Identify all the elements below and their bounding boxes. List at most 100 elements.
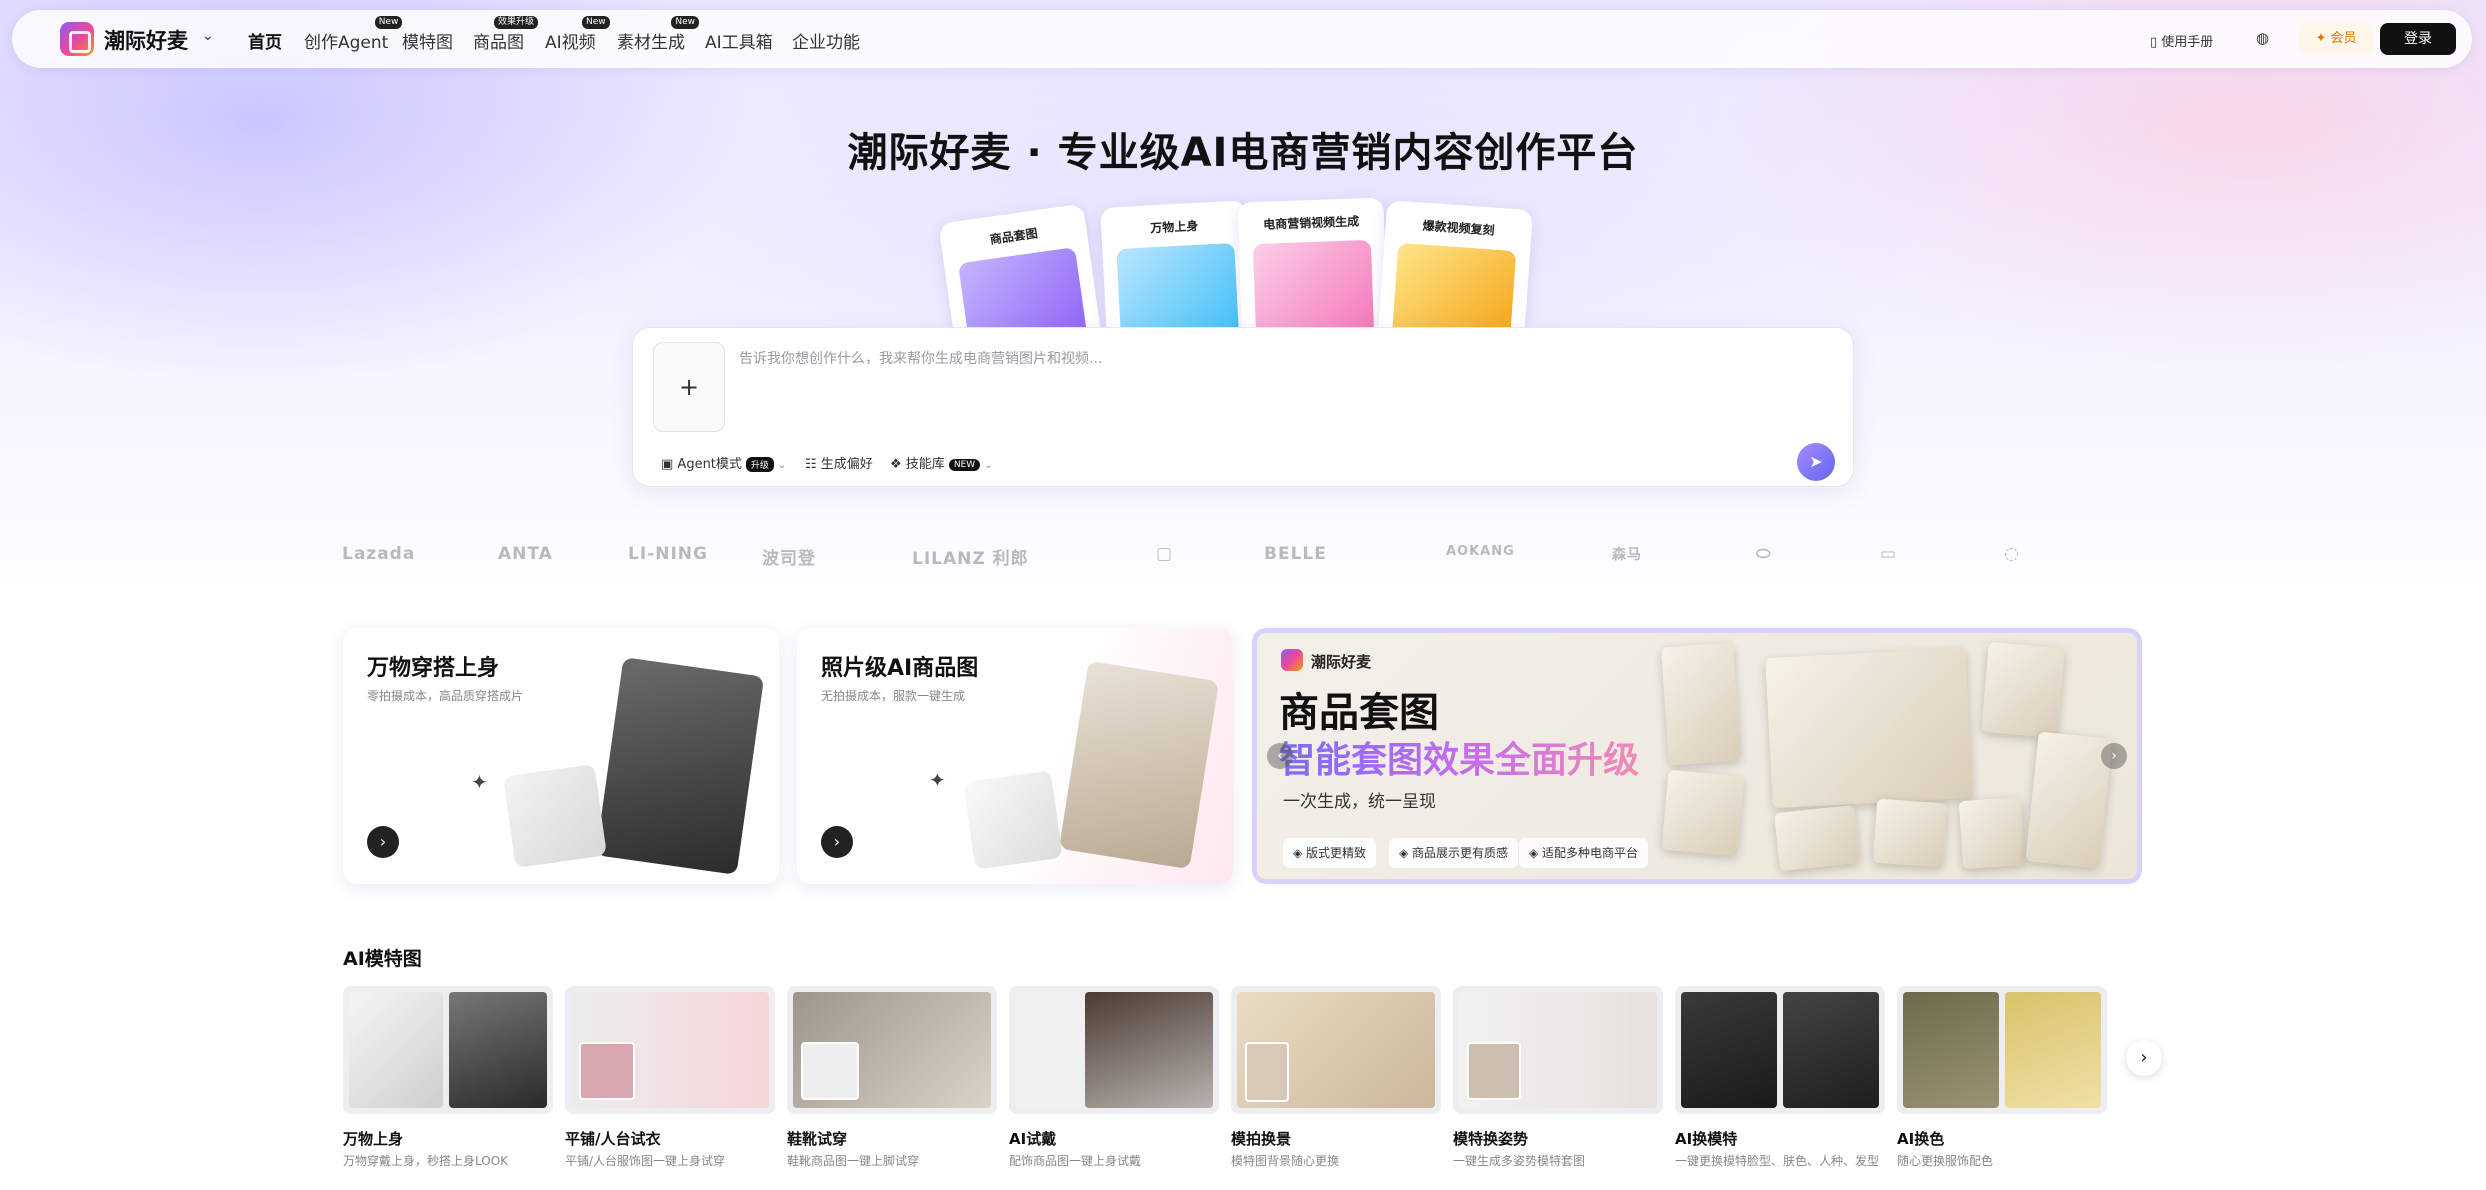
chevron-right-icon: ›	[2111, 748, 2117, 764]
new-badge: New	[374, 16, 403, 29]
promo-image	[1774, 804, 1860, 872]
product-photo	[1058, 660, 1220, 870]
page-title: 潮际好麦 · 专业级AI电商营销内容创作平台	[847, 130, 1639, 176]
promo-image	[1958, 796, 2026, 870]
brand-logo-bosideng: 波司登	[762, 549, 816, 569]
promo-chip: ◈ 版式更精致	[1283, 838, 1377, 868]
brand-logo-generic: ◌	[2004, 544, 2020, 564]
tile-image	[565, 986, 775, 1114]
nav-item-enterprise[interactable]: 企业功能	[792, 28, 860, 53]
chevron-left-icon: ‹	[1277, 748, 1283, 764]
banner-product[interactable]: 照片级AI商品图 无拍摄成本，服款一键生成 › ✦	[797, 628, 1233, 884]
tile-accessory[interactable]: AI试戴 配饰商品图一键上身试戴	[1009, 986, 1219, 1186]
manual-link[interactable]: ▯ 使用手册	[2150, 31, 2213, 50]
arrow-right-icon[interactable]: ›	[367, 826, 399, 858]
product-thumbnail	[963, 770, 1063, 870]
tile-pose[interactable]: 模特换姿势 一键生成多姿势模特套图	[1453, 986, 1663, 1186]
plus-icon: +	[678, 373, 700, 401]
chevron-right-icon: ›	[2140, 1047, 2148, 1068]
tile-image	[1675, 986, 1885, 1114]
new-tag: NEW	[948, 458, 981, 471]
tile-image	[1009, 986, 1219, 1114]
brand-logo-semir: 森马	[1612, 547, 1642, 563]
globe-icon[interactable]: ◍	[2256, 29, 2269, 47]
section-title: AI模特图	[343, 948, 422, 970]
prompt-input[interactable]	[739, 344, 1829, 374]
vip-button[interactable]: ✦ 会员	[2299, 23, 2373, 55]
tile-model-swap[interactable]: AI换模特 一键更换模特脸型、肤色、人种、发型	[1675, 986, 1885, 1186]
tile-shoes[interactable]: 鞋靴试穿 鞋靴商品图一键上脚试穿	[787, 986, 997, 1186]
book-icon: ▯	[2150, 35, 2162, 50]
promo-chip: ◈ 适配多种电商平台	[1519, 838, 1649, 868]
send-button[interactable]: ➤	[1797, 443, 1835, 481]
nav-item-home[interactable]: 首页	[248, 28, 282, 53]
upgrade-badge: 效果升级	[493, 16, 538, 29]
sparkle-icon: ✦	[929, 768, 946, 792]
star-icon: ✦	[2315, 31, 2331, 46]
top-nav: 潮际好麦 ⌄ 首页 创作Agent New 模特图 商品图 效果升级 AI视频 New…	[12, 10, 2472, 68]
nav-item-toolbox[interactable]: AI工具箱	[705, 28, 773, 53]
tile-image	[343, 986, 553, 1114]
product-thumbnail	[503, 764, 607, 868]
brand-logo-lilanz: LILANZ 利郎	[912, 549, 1029, 569]
carousel-next-button[interactable]: ›	[2101, 743, 2127, 769]
prompt-box: + ▣ Agent模式升级⌄ ☷ 生成偏好 ❖ 技能库NEW⌄ ➤	[632, 327, 1854, 487]
nav-item-model[interactable]: 模特图	[402, 28, 453, 53]
brand-logo-aokang: AOKANG	[1446, 544, 1515, 559]
check-icon: ◈	[1529, 846, 1543, 860]
brand-logo-generic: ▭	[1880, 544, 1898, 564]
chevron-down-icon[interactable]: ⌄	[202, 28, 214, 44]
promo-image	[1660, 642, 1742, 766]
nav-item-agent[interactable]: 创作Agent New	[304, 16, 403, 53]
nav-item-product[interactable]: 商品图 效果升级	[473, 16, 538, 53]
sparkle-icon: ✦	[471, 770, 488, 794]
nav-item-material[interactable]: 素材生成 New	[617, 16, 699, 53]
promo-image	[1661, 769, 1745, 857]
promo-image	[2025, 731, 2113, 869]
tile-image	[1231, 986, 1441, 1114]
brand-logo-generic: ▢	[1156, 544, 1174, 564]
skills-dropdown[interactable]: ❖ 技能库 NEW ⌄	[890, 453, 993, 472]
tile-image	[1453, 986, 1663, 1114]
preference-button[interactable]: ☷ 生成偏好	[805, 453, 873, 472]
new-badge: New	[582, 16, 610, 29]
tile-recolor[interactable]: AI换色 随心更换服饰配色	[1897, 986, 2107, 1186]
carousel-next-button[interactable]: ›	[2126, 1040, 2162, 1076]
agent-icon: ▣	[661, 457, 678, 472]
arrow-right-icon[interactable]: ›	[821, 826, 853, 858]
promo-image	[1981, 641, 2065, 739]
promo-image	[1765, 647, 1973, 809]
login-button[interactable]: 登录	[2380, 23, 2456, 55]
promo-image	[1872, 798, 1948, 868]
logo-icon	[1281, 649, 1303, 671]
tile-image	[1897, 986, 2107, 1114]
skills-icon: ❖	[890, 457, 906, 472]
brand-logo-belle: BELLE	[1264, 544, 1327, 564]
tile-outfit[interactable]: 万物上身 万物穿戴上身，秒搭上身LOOK	[343, 986, 553, 1186]
sliders-icon: ☷	[805, 457, 821, 472]
brand-logo-lining: LI-NING	[628, 544, 708, 564]
brand-logo-oval: ⬭	[1756, 544, 1772, 564]
agent-mode-dropdown[interactable]: ▣ Agent模式 升级 ⌄	[661, 453, 786, 472]
upload-button[interactable]: +	[653, 342, 725, 432]
logo-icon[interactable]	[60, 22, 94, 56]
chevron-down-icon: ⌄	[777, 460, 787, 471]
model-photo	[595, 657, 765, 875]
brand-logo-lazada: Lazada	[342, 544, 416, 564]
new-badge: New	[671, 16, 699, 29]
tile-background[interactable]: 模拍换景 模特图背景随心更换	[1231, 986, 1441, 1186]
send-icon: ➤	[1809, 452, 1823, 471]
promo-banner[interactable]: 潮际好麦 商品套图 智能套图效果全面升级 一次生成，统一呈现 ◈ 版式更精致 ◈…	[1252, 628, 2142, 884]
promo-chip: ◈ 商品展示更有质感	[1389, 838, 1519, 868]
check-icon: ◈	[1399, 846, 1413, 860]
tile-image	[787, 986, 997, 1114]
tile-flatlay[interactable]: 平铺/人台试衣 平铺/人台服饰图一键上身试穿	[565, 986, 775, 1186]
banner-outfit[interactable]: 万物穿搭上身 零拍摄成本，高品质穿搭成片 › ✦	[343, 628, 779, 884]
brand-name[interactable]: 潮际好麦	[104, 25, 188, 55]
upgrade-tag: 升级	[745, 457, 774, 472]
check-icon: ◈	[1293, 846, 1307, 860]
brand-logo-anta: ANTA	[498, 544, 553, 564]
chevron-down-icon: ⌄	[984, 460, 993, 471]
carousel-prev-button[interactable]: ‹	[1267, 743, 1293, 769]
nav-item-video[interactable]: AI视频 New	[545, 16, 610, 53]
